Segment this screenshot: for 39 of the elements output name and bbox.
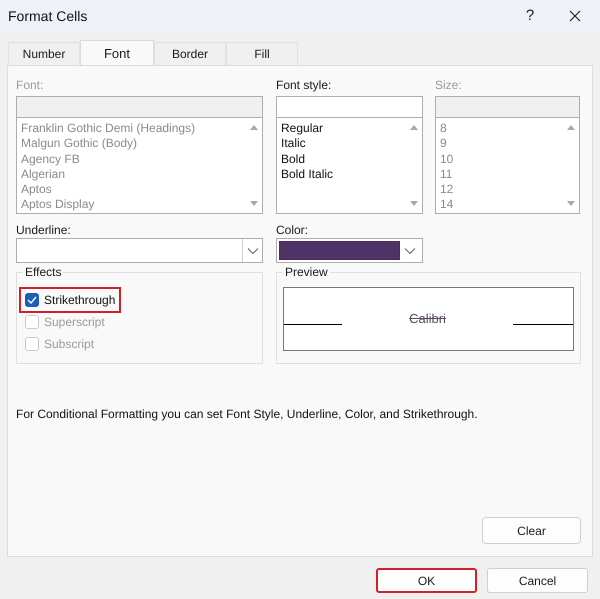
scroll-down-icon[interactable] <box>248 200 258 207</box>
checkbox-row[interactable]: Strikethrough <box>21 289 120 311</box>
list-item[interactable]: Bold Italic <box>281 166 405 182</box>
dialog-button[interactable]: Cancel <box>487 568 588 593</box>
scroll-down-icon[interactable] <box>408 200 418 207</box>
field-label: Size: <box>435 77 463 94</box>
field-label: Font style: <box>276 77 332 94</box>
list-item[interactable]: Italic <box>281 136 405 152</box>
clear-button[interactable]: Clear <box>482 517 581 544</box>
field-label: Underline: <box>16 224 72 237</box>
tab[interactable]: Number <box>8 42 80 65</box>
text-field[interactable] <box>276 96 423 118</box>
group-title: Effects <box>23 266 64 279</box>
underline-dropdown[interactable] <box>16 238 263 263</box>
scroll-up-icon[interactable] <box>566 124 576 131</box>
list-box[interactable]: Regular Italic Bold Bold Italic <box>276 118 423 214</box>
note-text: For Conditional Formatting you can set Font Style, Underline, Color, and Strikethrough. <box>16 406 479 423</box>
tab[interactable]: Font <box>80 40 154 66</box>
dialog-button[interactable]: OK <box>376 568 477 593</box>
field-label: Color: <box>276 224 310 237</box>
preview-text: Calibri <box>408 310 447 328</box>
text-field[interactable] <box>16 96 263 118</box>
scroll-up-icon[interactable] <box>408 124 418 131</box>
help-button[interactable]: ? <box>510 0 550 32</box>
list-item[interactable]: Regular <box>281 121 405 136</box>
chevron-down-icon <box>404 246 416 254</box>
scroll-down-icon[interactable] <box>566 200 576 207</box>
group-title: Preview <box>283 266 330 279</box>
list-item[interactable]: Bold <box>281 152 405 167</box>
checkbox[interactable] <box>25 293 39 307</box>
scroll-up-icon[interactable] <box>248 124 258 131</box>
field-label: Font: <box>16 77 44 94</box>
close-icon <box>569 10 581 22</box>
tab[interactable]: Border <box>154 42 226 65</box>
color-dropdown[interactable] <box>276 238 423 263</box>
window-title: Format Cells <box>8 6 88 26</box>
text-field[interactable] <box>435 96 580 118</box>
chevron-down-icon <box>246 246 258 254</box>
tab[interactable]: Fill <box>226 42 298 65</box>
